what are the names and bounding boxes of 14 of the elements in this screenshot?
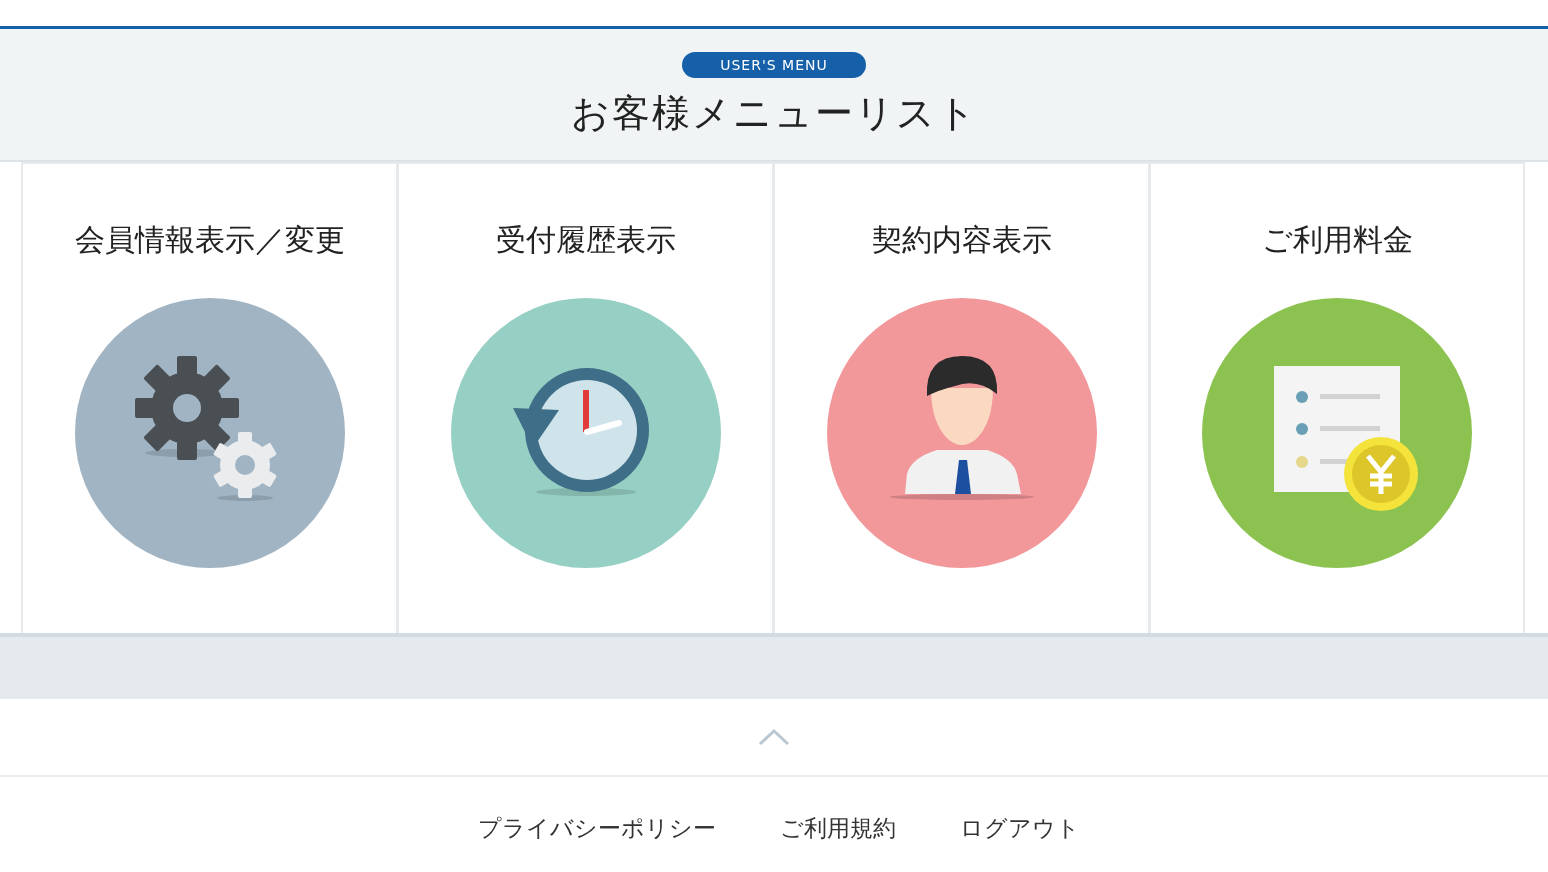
menu-title: ご利用料金: [1261, 221, 1413, 259]
footer-link[interactable]: ログアウト: [960, 813, 1080, 844]
menu-card[interactable]: 契約内容表示: [773, 162, 1149, 633]
menu-card[interactable]: 会員情報表示／変更: [21, 162, 397, 633]
menu-title: 契約内容表示: [871, 221, 1052, 259]
chevron-up-icon: [758, 728, 790, 746]
menu-card[interactable]: ご利用料金: [1149, 162, 1525, 633]
footer-link[interactable]: プライバシーポリシー: [478, 813, 716, 844]
menu-title: 受付履歴表示: [495, 221, 676, 259]
menu-card[interactable]: 受付履歴表示: [397, 162, 773, 633]
menu-badge: USER'S MENU: [682, 52, 866, 78]
menu-title: 会員情報表示／変更: [74, 221, 345, 259]
footer-link[interactable]: ご利用規約: [780, 813, 896, 844]
page-title: お客様メニューリスト: [570, 90, 978, 137]
